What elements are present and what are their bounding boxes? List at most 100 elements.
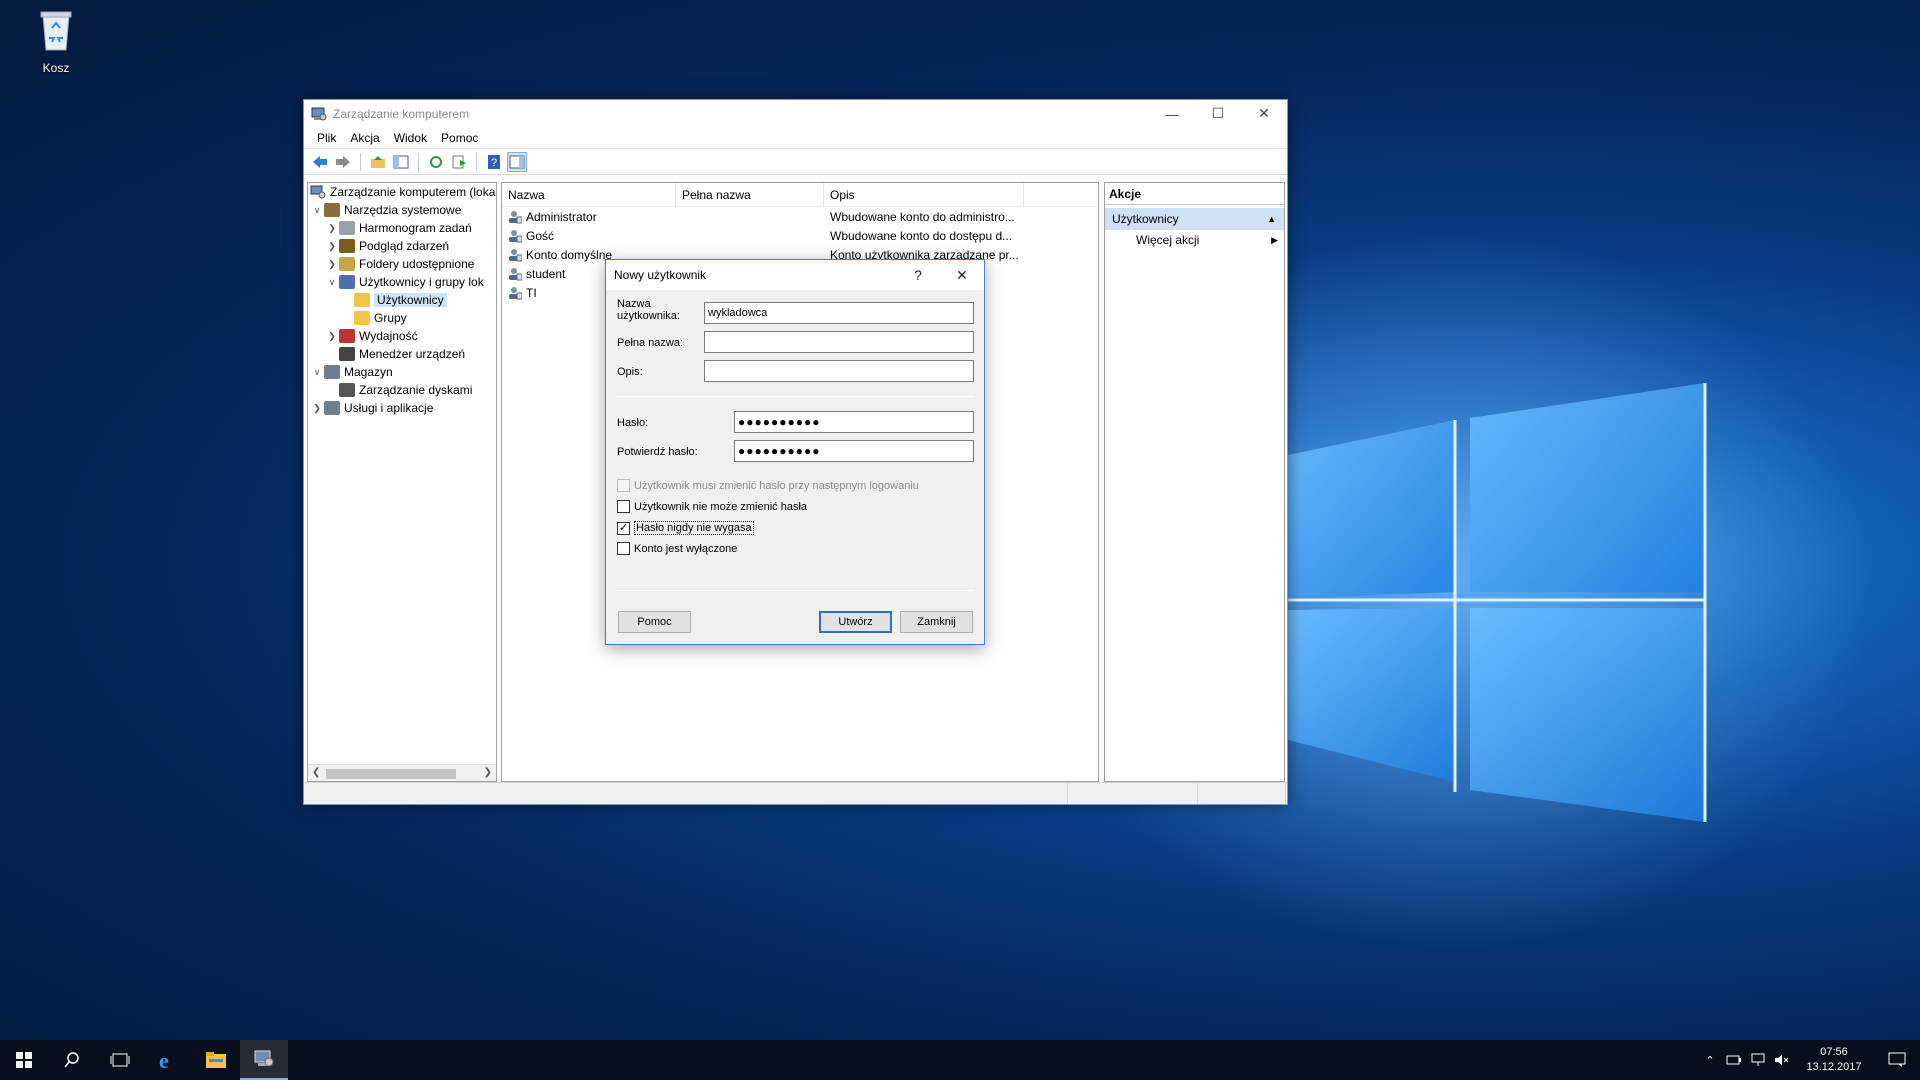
scroll-right-icon[interactable]: ❯ [484,767,492,778]
toolbar-separator [476,152,477,171]
toolbar-separator [360,152,361,171]
up-folder-icon[interactable] [368,152,388,172]
chevron-right-icon[interactable]: ❯ [310,403,324,414]
help-button[interactable]: Pomoc [618,611,691,633]
computer-management-icon [310,185,326,199]
fullname-input[interactable] [704,331,974,353]
maximize-button[interactable]: ☐ [1195,100,1241,127]
actions-section-users[interactable]: Użytkownicy ▲ [1105,208,1284,230]
collapse-up-icon[interactable]: ▲ [1267,214,1276,224]
checkbox-box[interactable] [617,542,630,555]
search-button[interactable] [48,1040,96,1080]
edge-browser-button[interactable]: e [144,1040,192,1080]
tree-item[interactable]: ∨ Użytkownicy i grupy lok [308,273,496,291]
checkbox-box[interactable]: ✓ [617,521,630,535]
account-disabled-checkbox[interactable]: Konto jest wyłączone [617,542,737,555]
scroll-left-icon[interactable]: ❮ [312,767,320,778]
checkbox-box[interactable] [617,500,630,513]
chevron-right-icon[interactable]: ❯ [325,241,339,252]
password-input[interactable]: ●●●●●●●●●● [734,411,974,433]
help-icon[interactable]: ? [484,152,504,172]
refresh-icon[interactable] [426,152,446,172]
menu-plik[interactable]: Plik [310,131,343,145]
user-name-cell: Administrator [502,210,676,224]
username-input[interactable]: wykladowca [704,302,974,324]
submenu-arrow-icon: ▶ [1271,234,1278,245]
computer-management-taskbar-button[interactable] [240,1040,288,1080]
must-change-password-checkbox[interactable]: Użytkownik musi zmienić hasło przy nastę… [617,479,919,492]
close-button[interactable]: ✕ [1241,100,1287,127]
show-hide-tree-icon[interactable] [391,152,411,172]
tree-item[interactable]: ❯ Usługi i aplikacje [308,399,496,417]
folder-icon [206,1052,226,1068]
create-button[interactable]: Utwórz [819,611,892,633]
user-name: Konto domyślne [526,247,613,262]
dialog-help-button[interactable]: ? [896,267,940,283]
minimize-button[interactable]: — [1149,100,1195,127]
tree-item[interactable]: ❯ Podgląd zdarzeń [308,237,496,255]
export-list-icon[interactable] [449,152,469,172]
user-icon [509,248,522,261]
action-center-button[interactable] [1874,1052,1920,1068]
chevron-down-icon[interactable]: ∨ [325,277,339,288]
window-titlebar[interactable]: Zarządzanie komputerem — ☐ ✕ [304,100,1287,127]
tree-item-label: Podgląd zdarzeń [359,239,450,253]
tree-item[interactable]: ❯ Harmonogram zadań [308,219,496,237]
scroll-thumb[interactable] [326,769,456,779]
tree-item[interactable]: ∨ Magazyn [308,363,496,381]
tree-root[interactable]: Zarządzanie komputerem (loka [308,183,496,201]
tree-item[interactable]: Zarządzanie dyskami [308,381,496,399]
clock[interactable]: 07:56 13.12.2017 [1794,1045,1874,1075]
recycle-bin-label: Kosz [42,61,70,75]
network-icon[interactable] [1746,1053,1770,1067]
task-view-button[interactable] [96,1040,144,1080]
chevron-down-icon[interactable]: ∨ [310,205,324,216]
menu-widok[interactable]: Widok [387,131,434,145]
show-action-pane-icon[interactable] [507,151,527,172]
checkbox-label: Użytkownik nie może zmienić hasła [634,500,808,513]
chevron-down-icon[interactable]: ∨ [310,367,324,378]
task-view-icon [110,1053,130,1067]
tree-item[interactable]: Menedżer urządzeń [308,345,496,363]
tree-item[interactable]: ❯ Wydajność [308,327,496,345]
list-item[interactable]: Gość Wbudowane konto do dostępu d... [502,226,1098,245]
column-header-fullname[interactable]: Pełna nazwa [676,182,824,207]
tree-item-label: Usługi i aplikacje [344,401,434,415]
description-input[interactable] [704,360,974,382]
column-header-description[interactable]: Opis [824,182,1024,207]
fullname-label: Pełna nazwa: [617,337,684,349]
notification-icon [1888,1052,1906,1067]
tree-item[interactable]: Grupy [308,309,496,327]
checkbox-box[interactable] [617,479,630,492]
password-never-expires-checkbox[interactable]: ✓ Hasło nigdy nie wygasa [617,521,754,535]
menu-akcja[interactable]: Akcja [343,131,386,145]
file-explorer-button[interactable] [192,1040,240,1080]
close-dialog-button[interactable]: Zamknij [900,611,973,633]
chevron-right-icon[interactable]: ❯ [325,259,339,270]
tree-item[interactable]: ❯ Foldery udostępnione [308,255,496,273]
volume-muted-icon[interactable] [1770,1053,1794,1067]
show-hidden-icons-chevron-icon[interactable]: ⌃ [1698,1054,1722,1067]
checkbox-label: Hasło nigdy nie wygasa [634,521,754,535]
battery-icon[interactable] [1722,1055,1746,1065]
forward-arrow-icon[interactable] [333,152,353,172]
start-button[interactable] [0,1040,48,1080]
tree-node-icon [339,275,355,289]
chevron-right-icon[interactable]: ❯ [325,223,339,234]
chevron-right-icon[interactable]: ❯ [325,331,339,342]
user-name: student [526,266,566,281]
list-item[interactable]: Administrator Wbudowane konto do administ… [502,207,1098,226]
tree-item[interactable]: ∨ Narzędzia systemowe [308,201,496,219]
dialog-titlebar[interactable]: Nowy użytkownik ? ✕ [606,260,984,290]
dialog-close-icon[interactable]: ✕ [940,267,984,284]
menu-pomoc[interactable]: Pomoc [434,131,485,145]
tree-horizontal-scrollbar[interactable]: ❮ ❯ [308,764,496,781]
cannot-change-password-checkbox[interactable]: Użytkownik nie może zmienić hasła [617,500,807,513]
column-header-name[interactable]: Nazwa [502,182,676,207]
back-arrow-icon[interactable] [310,152,330,172]
more-actions-item[interactable]: Więcej akcji ▶ [1105,230,1284,250]
tree-item[interactable]: Użytkownicy [308,291,496,309]
recycle-bin-desktop-icon[interactable]: Kosz [25,8,87,75]
tree-item-label: Użytkownicy i grupy lok [359,275,484,289]
confirm-password-input[interactable]: ●●●●●●●●●● [734,440,974,462]
